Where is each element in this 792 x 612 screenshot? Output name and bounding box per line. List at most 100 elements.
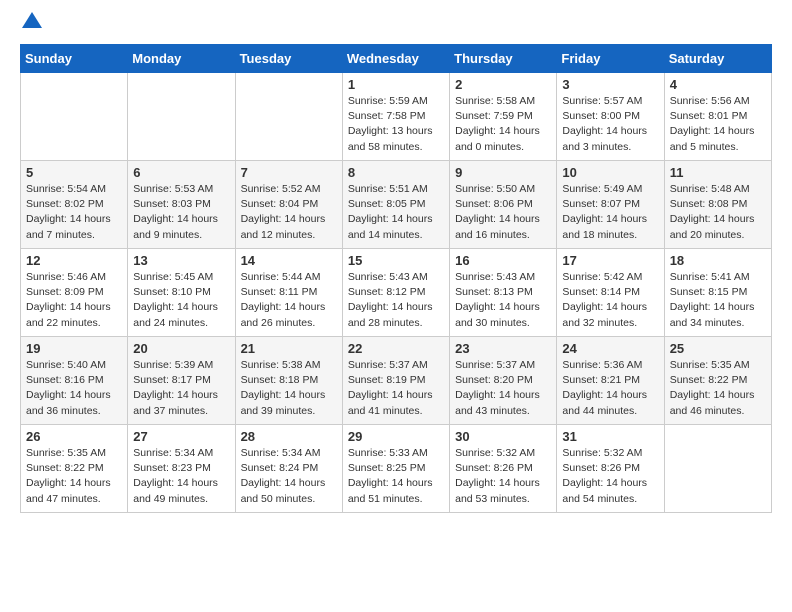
day-number: 10	[562, 165, 658, 180]
day-cell: 8 Sunrise: 5:51 AM Sunset: 8:05 PM Daylig…	[342, 161, 449, 249]
col-header-friday: Friday	[557, 45, 664, 73]
col-header-thursday: Thursday	[450, 45, 557, 73]
day-cell: 31 Sunrise: 5:32 AM Sunset: 8:26 PM Dayli…	[557, 425, 664, 513]
day-info: Sunrise: 5:38 AM Sunset: 8:18 PM Dayligh…	[241, 358, 337, 419]
day-number: 19	[26, 341, 122, 356]
page: SundayMondayTuesdayWednesdayThursdayFrid…	[0, 0, 792, 529]
day-cell: 3 Sunrise: 5:57 AM Sunset: 8:00 PM Daylig…	[557, 73, 664, 161]
day-cell: 25 Sunrise: 5:35 AM Sunset: 8:22 PM Dayli…	[664, 337, 771, 425]
day-cell: 15 Sunrise: 5:43 AM Sunset: 8:12 PM Dayli…	[342, 249, 449, 337]
day-cell: 27Sunrise: 5:34 AM Sunset: 8:23 PM Dayli…	[128, 425, 235, 513]
day-number: 14	[241, 253, 337, 268]
header	[20, 16, 772, 32]
day-cell: 19Sunrise: 5:40 AM Sunset: 8:16 PM Dayli…	[21, 337, 128, 425]
day-info: Sunrise: 5:52 AM Sunset: 8:04 PM Dayligh…	[241, 182, 337, 243]
week-row-4: 26 Sunrise: 5:35 AM Sunset: 8:22 PM Dayli…	[21, 425, 772, 513]
logo	[20, 16, 42, 32]
day-info: Sunrise: 5:59 AM Sunset: 7:58 PM Dayligh…	[348, 94, 444, 155]
day-cell	[235, 73, 342, 161]
day-info: Sunrise: 5:44 AM Sunset: 8:11 PM Dayligh…	[241, 270, 337, 331]
day-info: Sunrise: 5:35 AM Sunset: 8:22 PM Dayligh…	[26, 446, 122, 507]
day-cell: 24Sunrise: 5:36 AM Sunset: 8:21 PM Dayli…	[557, 337, 664, 425]
week-row-2: 12 Sunrise: 5:46 AM Sunset: 8:09 PM Dayli…	[21, 249, 772, 337]
day-info: Sunrise: 5:45 AM Sunset: 8:10 PM Dayligh…	[133, 270, 229, 331]
day-number: 5	[26, 165, 122, 180]
day-number: 17	[562, 253, 658, 268]
day-info: Sunrise: 5:43 AM Sunset: 8:12 PM Dayligh…	[348, 270, 444, 331]
day-number: 27	[133, 429, 229, 444]
header-row: SundayMondayTuesdayWednesdayThursdayFrid…	[21, 45, 772, 73]
day-cell: 18 Sunrise: 5:41 AM Sunset: 8:15 PM Dayli…	[664, 249, 771, 337]
day-cell: 28 Sunrise: 5:34 AM Sunset: 8:24 PM Dayli…	[235, 425, 342, 513]
day-cell: 21 Sunrise: 5:38 AM Sunset: 8:18 PM Dayli…	[235, 337, 342, 425]
day-cell: 23Sunrise: 5:37 AM Sunset: 8:20 PM Dayli…	[450, 337, 557, 425]
day-number: 26	[26, 429, 122, 444]
day-cell: 6 Sunrise: 5:53 AM Sunset: 8:03 PM Daylig…	[128, 161, 235, 249]
day-info: Sunrise: 5:43 AM Sunset: 8:13 PM Dayligh…	[455, 270, 551, 331]
day-number: 25	[670, 341, 766, 356]
day-number: 6	[133, 165, 229, 180]
day-cell: 30 Sunrise: 5:32 AM Sunset: 8:26 PM Dayli…	[450, 425, 557, 513]
day-number: 29	[348, 429, 444, 444]
day-number: 3	[562, 77, 658, 92]
col-header-tuesday: Tuesday	[235, 45, 342, 73]
day-info: Sunrise: 5:33 AM Sunset: 8:25 PM Dayligh…	[348, 446, 444, 507]
day-info: Sunrise: 5:42 AM Sunset: 8:14 PM Dayligh…	[562, 270, 658, 331]
day-cell: 29 Sunrise: 5:33 AM Sunset: 8:25 PM Dayli…	[342, 425, 449, 513]
day-info: Sunrise: 5:41 AM Sunset: 8:15 PM Dayligh…	[670, 270, 766, 331]
week-row-3: 19Sunrise: 5:40 AM Sunset: 8:16 PM Dayli…	[21, 337, 772, 425]
col-header-monday: Monday	[128, 45, 235, 73]
day-info: Sunrise: 5:35 AM Sunset: 8:22 PM Dayligh…	[670, 358, 766, 419]
col-header-saturday: Saturday	[664, 45, 771, 73]
day-cell: 17 Sunrise: 5:42 AM Sunset: 8:14 PM Dayli…	[557, 249, 664, 337]
calendar-table: SundayMondayTuesdayWednesdayThursdayFrid…	[20, 44, 772, 513]
day-cell: 4 Sunrise: 5:56 AM Sunset: 8:01 PM Daylig…	[664, 73, 771, 161]
logo-icon	[22, 12, 42, 32]
day-number: 20	[133, 341, 229, 356]
day-info: Sunrise: 5:48 AM Sunset: 8:08 PM Dayligh…	[670, 182, 766, 243]
day-info: Sunrise: 5:46 AM Sunset: 8:09 PM Dayligh…	[26, 270, 122, 331]
day-number: 22	[348, 341, 444, 356]
day-info: Sunrise: 5:39 AM Sunset: 8:17 PM Dayligh…	[133, 358, 229, 419]
day-cell: 7 Sunrise: 5:52 AM Sunset: 8:04 PM Daylig…	[235, 161, 342, 249]
day-info: Sunrise: 5:34 AM Sunset: 8:24 PM Dayligh…	[241, 446, 337, 507]
day-info: Sunrise: 5:51 AM Sunset: 8:05 PM Dayligh…	[348, 182, 444, 243]
day-number: 28	[241, 429, 337, 444]
day-cell: 11 Sunrise: 5:48 AM Sunset: 8:08 PM Dayli…	[664, 161, 771, 249]
day-info: Sunrise: 5:56 AM Sunset: 8:01 PM Dayligh…	[670, 94, 766, 155]
week-row-1: 5 Sunrise: 5:54 AM Sunset: 8:02 PM Daylig…	[21, 161, 772, 249]
day-number: 1	[348, 77, 444, 92]
day-info: Sunrise: 5:32 AM Sunset: 8:26 PM Dayligh…	[455, 446, 551, 507]
day-number: 31	[562, 429, 658, 444]
day-number: 11	[670, 165, 766, 180]
day-number: 9	[455, 165, 551, 180]
day-cell: 9Sunrise: 5:50 AM Sunset: 8:06 PM Daylig…	[450, 161, 557, 249]
day-cell: 10Sunrise: 5:49 AM Sunset: 8:07 PM Dayli…	[557, 161, 664, 249]
day-info: Sunrise: 5:57 AM Sunset: 8:00 PM Dayligh…	[562, 94, 658, 155]
day-cell	[664, 425, 771, 513]
day-info: Sunrise: 5:54 AM Sunset: 8:02 PM Dayligh…	[26, 182, 122, 243]
day-number: 15	[348, 253, 444, 268]
day-number: 12	[26, 253, 122, 268]
day-info: Sunrise: 5:32 AM Sunset: 8:26 PM Dayligh…	[562, 446, 658, 507]
col-header-wednesday: Wednesday	[342, 45, 449, 73]
day-cell: 20 Sunrise: 5:39 AM Sunset: 8:17 PM Dayli…	[128, 337, 235, 425]
day-info: Sunrise: 5:58 AM Sunset: 7:59 PM Dayligh…	[455, 94, 551, 155]
day-info: Sunrise: 5:37 AM Sunset: 8:19 PM Dayligh…	[348, 358, 444, 419]
day-number: 8	[348, 165, 444, 180]
day-number: 30	[455, 429, 551, 444]
day-cell: 16Sunrise: 5:43 AM Sunset: 8:13 PM Dayli…	[450, 249, 557, 337]
day-number: 21	[241, 341, 337, 356]
day-cell: 2 Sunrise: 5:58 AM Sunset: 7:59 PM Daylig…	[450, 73, 557, 161]
day-info: Sunrise: 5:53 AM Sunset: 8:03 PM Dayligh…	[133, 182, 229, 243]
day-number: 2	[455, 77, 551, 92]
day-number: 13	[133, 253, 229, 268]
day-number: 4	[670, 77, 766, 92]
day-number: 18	[670, 253, 766, 268]
day-cell: 13 Sunrise: 5:45 AM Sunset: 8:10 PM Dayli…	[128, 249, 235, 337]
day-cell	[21, 73, 128, 161]
day-number: 7	[241, 165, 337, 180]
week-row-0: 1 Sunrise: 5:59 AM Sunset: 7:58 PM Daylig…	[21, 73, 772, 161]
day-info: Sunrise: 5:37 AM Sunset: 8:20 PM Dayligh…	[455, 358, 551, 419]
day-info: Sunrise: 5:36 AM Sunset: 8:21 PM Dayligh…	[562, 358, 658, 419]
